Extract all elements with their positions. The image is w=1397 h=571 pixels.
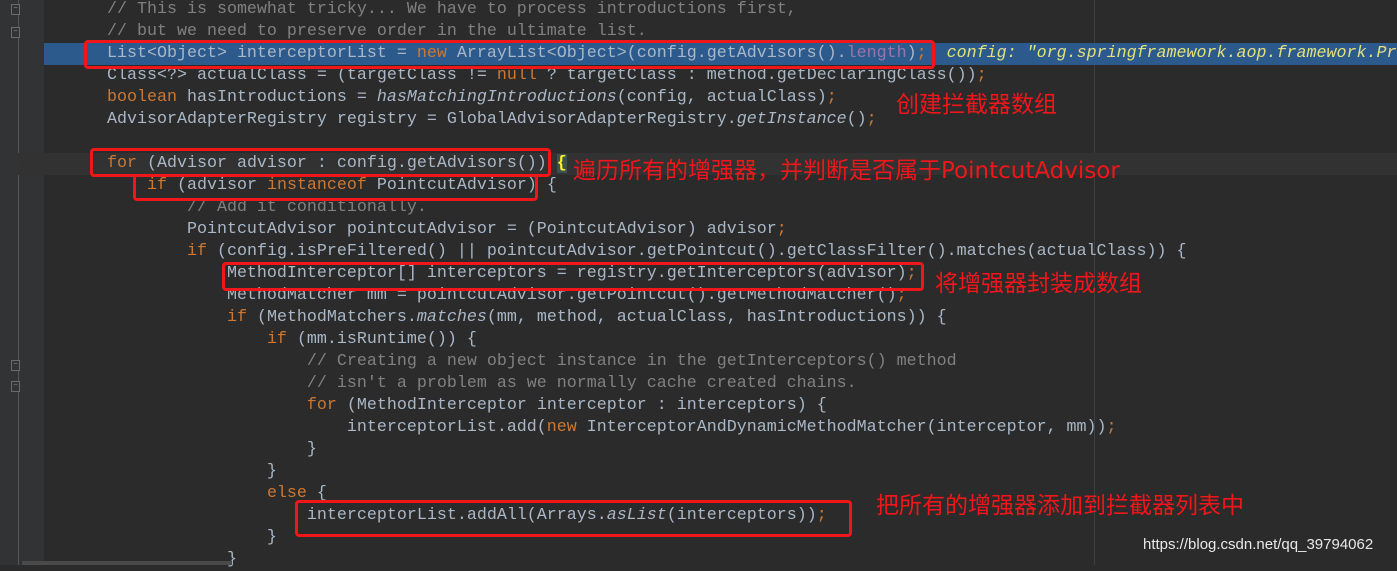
code-static-call: matches <box>416 308 487 327</box>
code-line[interactable]: boolean hasIntroductions = hasMatchingIn… <box>0 87 1397 109</box>
code-comment: // This is somewhat tricky... We have to… <box>107 0 797 19</box>
annotation-add-all: 把所有的增强器添加到拦截器列表中 <box>876 493 1244 519</box>
code-text: } <box>107 462 277 481</box>
code-keyword: if <box>266 330 297 349</box>
code-text: (MethodInterceptor interceptor : interce… <box>346 396 827 415</box>
code-text: hasIntroductions = <box>186 88 377 107</box>
code-line[interactable]: for (MethodInterceptor interceptor : int… <box>0 395 1397 417</box>
debug-inline-value: config: "org.springframework.aop.framewo… <box>926 44 1397 63</box>
code-comment: // but we need to preserve order in the … <box>107 22 647 41</box>
code-line[interactable]: } <box>0 461 1397 483</box>
code-static-call: getInstance <box>736 110 847 129</box>
code-line[interactable]: if (MethodMatchers.matches(mm, method, a… <box>0 307 1397 329</box>
code-keyword: ; <box>826 88 837 107</box>
code-keyword: for <box>306 396 347 415</box>
code-text: (config.isPreFiltered() || pointcutAdvis… <box>216 242 1187 261</box>
code-text: (config, actualClass) <box>616 88 827 107</box>
code-line[interactable]: PointcutAdvisor pointcutAdvisor = (Point… <box>0 219 1397 241</box>
code-line[interactable]: if (config.isPreFiltered() || pointcutAd… <box>0 241 1397 263</box>
code-keyword: if <box>226 308 257 327</box>
code-static-call: hasMatchingIntroductions <box>376 88 617 107</box>
highlight-box-interceptor-list <box>84 40 935 69</box>
code-keyword: ; <box>866 110 877 129</box>
code-line[interactable]: if (mm.isRuntime()) { <box>0 329 1397 351</box>
code-keyword: boolean <box>107 88 187 107</box>
code-text: interceptorList.add( <box>107 418 547 437</box>
highlight-box-instanceof <box>133 174 538 201</box>
code-comment: // isn't a problem as we normally cache … <box>107 374 857 393</box>
matched-brace: { <box>556 154 567 173</box>
code-keyword: new <box>546 418 587 437</box>
highlight-box-add-all <box>295 500 852 537</box>
code-text: } <box>107 550 237 569</box>
code-text: (mm, method, actualClass, hasIntroductio… <box>486 308 947 327</box>
code-text: (mm.isRuntime()) { <box>296 330 477 349</box>
horizontal-scrollbar[interactable] <box>22 561 232 565</box>
watermark: https://blog.csdn.net/qq_39794062 <box>1143 536 1374 553</box>
code-keyword: ; <box>776 220 787 239</box>
highlight-box-for-loop <box>90 148 551 177</box>
code-text: () <box>846 110 867 129</box>
code-text: PointcutAdvisor pointcutAdvisor = (Point… <box>107 220 777 239</box>
code-comment: // Creating a new object instance in the… <box>107 352 957 371</box>
code-keyword: ; <box>1106 418 1117 437</box>
annotation-wrap-array: 将增强器封装成数组 <box>935 271 1142 297</box>
code-keyword: ; <box>976 66 987 85</box>
annotation-iterate-advisors: 遍历所有的增强器，并判断是否属于PointcutAdvisor <box>573 158 1120 184</box>
code-keyword: if <box>186 242 217 261</box>
highlight-box-get-interceptors <box>222 262 924 291</box>
annotation-create-array: 创建拦截器数组 <box>896 92 1057 118</box>
code-line[interactable]: } <box>0 439 1397 461</box>
code-text: } <box>107 440 317 459</box>
code-line[interactable]: interceptorList.add(new InterceptorAndDy… <box>0 417 1397 439</box>
code-text: AdvisorAdapterRegistry registry = Global… <box>107 110 737 129</box>
code-line[interactable]: AdvisorAdapterRegistry registry = Global… <box>0 109 1397 131</box>
code-line[interactable]: // isn't a problem as we normally cache … <box>0 373 1397 395</box>
code-text: InterceptorAndDynamicMethodMatcher(inter… <box>586 418 1107 437</box>
code-line[interactable]: // This is somewhat tricky... We have to… <box>0 0 1397 21</box>
code-text: (MethodMatchers. <box>256 308 417 327</box>
code-text: } <box>107 528 277 547</box>
code-line[interactable]: // Creating a new object instance in the… <box>0 351 1397 373</box>
